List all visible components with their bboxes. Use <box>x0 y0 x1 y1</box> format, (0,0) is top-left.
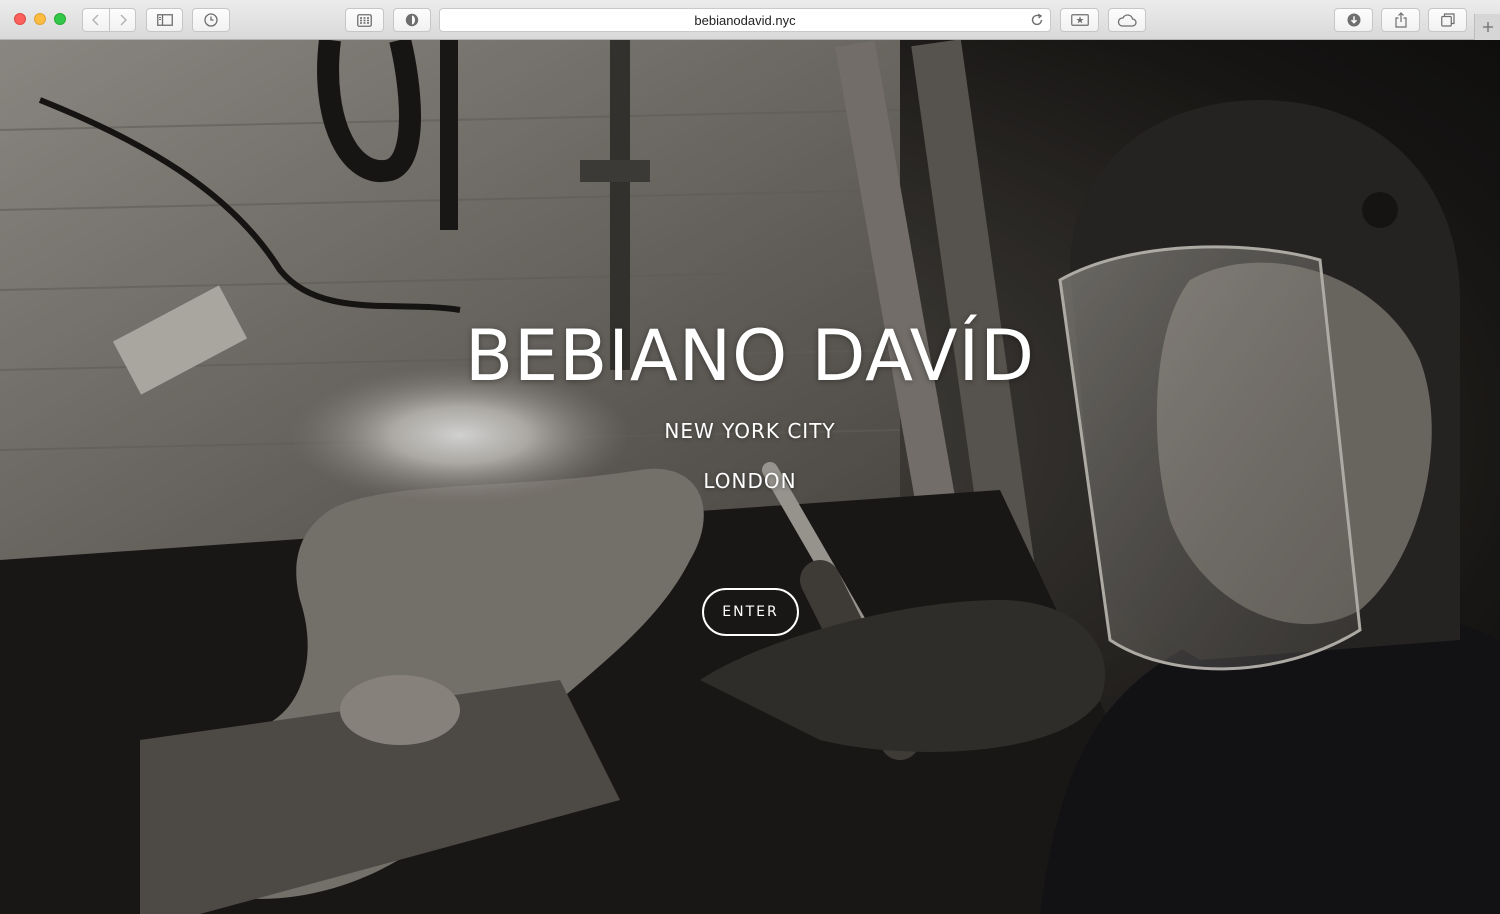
location-new-york: NEW YORK CITY <box>664 419 836 443</box>
hero-section: BEBIANO DAVÍD NEW YORK CITY LONDON ENTER <box>0 40 1500 914</box>
plus-icon <box>1482 22 1493 32</box>
reader-bookmark-button[interactable] <box>1060 8 1099 32</box>
privacy-icon <box>405 13 419 27</box>
tabs-icon <box>1440 13 1455 27</box>
web-page: BEBIANO DAVÍD NEW YORK CITY LONDON ENTER <box>0 40 1500 914</box>
tab-overview-button[interactable] <box>1428 8 1467 32</box>
enter-button[interactable]: ENTER <box>702 588 799 636</box>
grid-icon <box>357 13 372 27</box>
privacy-extension-button[interactable] <box>393 8 431 32</box>
reload-icon[interactable] <box>1030 13 1044 27</box>
browser-toolbar: bebianodavid.nyc <box>0 0 1500 40</box>
minimize-window-button[interactable] <box>34 13 46 25</box>
location-london: LONDON <box>703 469 797 493</box>
top-sites-button[interactable] <box>345 8 384 32</box>
back-forward-group <box>82 8 136 32</box>
url-text: bebianodavid.nyc <box>694 12 796 28</box>
history-icon <box>204 13 218 27</box>
site-title: BEBIANO DAVÍD <box>464 315 1036 397</box>
downloads-button[interactable] <box>1334 8 1373 32</box>
new-tab-button[interactable] <box>1474 14 1500 40</box>
bookmark-star-icon <box>1070 14 1089 26</box>
zoom-window-button[interactable] <box>54 13 66 25</box>
sidebar-icon <box>156 14 173 26</box>
icloud-tabs-button[interactable] <box>1108 8 1146 32</box>
share-button[interactable] <box>1381 8 1420 32</box>
back-icon <box>92 14 99 26</box>
sidebar-button[interactable] <box>146 8 183 32</box>
close-window-button[interactable] <box>14 13 26 25</box>
history-button[interactable] <box>192 8 230 32</box>
forward-button[interactable] <box>109 8 136 32</box>
share-icon <box>1394 12 1407 28</box>
address-bar[interactable]: bebianodavid.nyc <box>439 8 1051 32</box>
forward-icon <box>119 14 127 26</box>
back-button[interactable] <box>82 8 109 32</box>
cloud-icon <box>1117 13 1137 27</box>
download-icon <box>1347 13 1360 27</box>
